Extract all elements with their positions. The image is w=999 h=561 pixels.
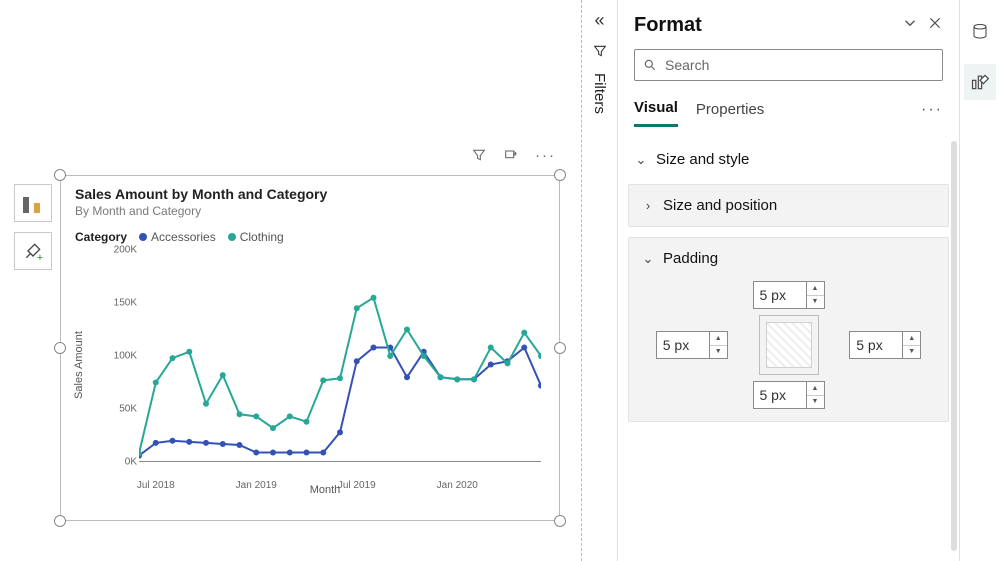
legend-title: Category — [75, 230, 127, 244]
chart-plot-area: Sales Amount 0K50K100K150K200K Jul 2018J… — [105, 250, 541, 480]
visual-tools-rail: + — [14, 184, 52, 270]
stepper[interactable]: ▲▼ — [806, 382, 824, 408]
y-tick-label: 200K — [114, 245, 137, 256]
section-size-and-position[interactable]: › Size and position — [628, 184, 949, 227]
focus-mode-icon[interactable] — [503, 147, 519, 167]
chevron-down-icon: ⌄ — [641, 251, 655, 267]
line-chart-visual[interactable]: Sales Amount by Month and Category By Mo… — [60, 175, 560, 521]
format-brush-button[interactable]: + — [14, 232, 52, 270]
x-tick-label: Jul 2018 — [137, 480, 175, 491]
y-axis-label: Sales Amount — [73, 331, 85, 399]
x-tick-label: Jul 2019 — [338, 480, 376, 491]
padding-bottom-input[interactable]: 5 px ▲▼ — [753, 381, 825, 409]
padding-top-input[interactable]: 5 px ▲▼ — [753, 281, 825, 309]
chart-lines — [139, 250, 541, 462]
y-tick-label: 100K — [114, 351, 137, 362]
legend-item-clothing[interactable]: Clothing — [228, 230, 284, 244]
filters-pane-collapsed: « Filters — [581, 0, 617, 561]
resize-handle[interactable] — [554, 169, 566, 181]
plus-badge-icon: + — [37, 252, 43, 264]
format-tabs: Visual Properties ··· — [618, 93, 959, 127]
legend-item-accessories[interactable]: Accessories — [139, 230, 216, 244]
close-icon[interactable] — [927, 15, 943, 36]
tab-properties[interactable]: Properties — [696, 95, 764, 126]
visual-types-button[interactable] — [14, 184, 52, 222]
chart-legend: Category Accessories Clothing — [75, 230, 545, 244]
data-pane-icon[interactable] — [964, 14, 996, 50]
chart-subtitle: By Month and Category — [75, 204, 545, 218]
right-icon-rail — [959, 0, 999, 561]
y-tick-label: 50K — [119, 404, 137, 415]
chart-title: Sales Amount by Month and Category — [75, 186, 545, 202]
filter-icon[interactable] — [471, 147, 487, 167]
y-tick-label: 0K — [125, 457, 137, 468]
resize-handle[interactable] — [54, 515, 66, 527]
stepper[interactable]: ▲▼ — [709, 332, 727, 358]
format-pane-icon[interactable] — [964, 64, 996, 100]
y-tick-label: 150K — [114, 298, 137, 309]
section-padding: ⌄ Padding 5 px ▲▼ 5 px ▲▼ 5 px ▲▼ — [628, 237, 949, 422]
format-pane: Format Visual Properties ··· ⌄ Size and … — [617, 0, 959, 561]
expand-filters-icon[interactable]: « — [594, 10, 604, 31]
padding-left-input[interactable]: 5 px ▲▼ — [656, 331, 728, 359]
resize-handle[interactable] — [54, 342, 66, 354]
chevron-down-icon[interactable] — [901, 14, 919, 37]
tabs-more-icon[interactable]: ··· — [921, 101, 943, 119]
stepper[interactable]: ▲▼ — [902, 332, 920, 358]
padding-preview — [759, 315, 819, 375]
legend-swatch-icon — [139, 233, 147, 241]
section-size-and-style[interactable]: ⌄ Size and style — [628, 141, 949, 178]
x-tick-label: Jan 2020 — [437, 480, 478, 491]
chevron-right-icon: › — [641, 198, 655, 213]
visual-header-actions: ··· — [471, 147, 556, 167]
tab-visual[interactable]: Visual — [634, 93, 678, 127]
filter-icon[interactable] — [592, 43, 608, 59]
filters-label[interactable]: Filters — [591, 73, 608, 114]
search-icon — [643, 58, 657, 72]
selected-visual[interactable]: ··· Sales Amount by Month and Category B… — [60, 175, 560, 521]
legend-swatch-icon — [228, 233, 236, 241]
report-canvas[interactable]: + ··· Sales Amount by Month and Category… — [0, 0, 581, 561]
pane-title: Format — [634, 14, 893, 37]
resize-handle[interactable] — [54, 169, 66, 181]
stepper[interactable]: ▲▼ — [806, 282, 824, 308]
resize-handle[interactable] — [554, 515, 566, 527]
resize-handle[interactable] — [554, 342, 566, 354]
chevron-down-icon: ⌄ — [634, 152, 648, 168]
visual-more-icon[interactable]: ··· — [535, 147, 556, 167]
padding-right-input[interactable]: 5 px ▲▼ — [849, 331, 921, 359]
section-padding-header[interactable]: ⌄ Padding — [641, 250, 936, 267]
search-input[interactable] — [634, 49, 943, 81]
scrollbar[interactable] — [951, 141, 957, 551]
x-tick-label: Jan 2019 — [236, 480, 277, 491]
